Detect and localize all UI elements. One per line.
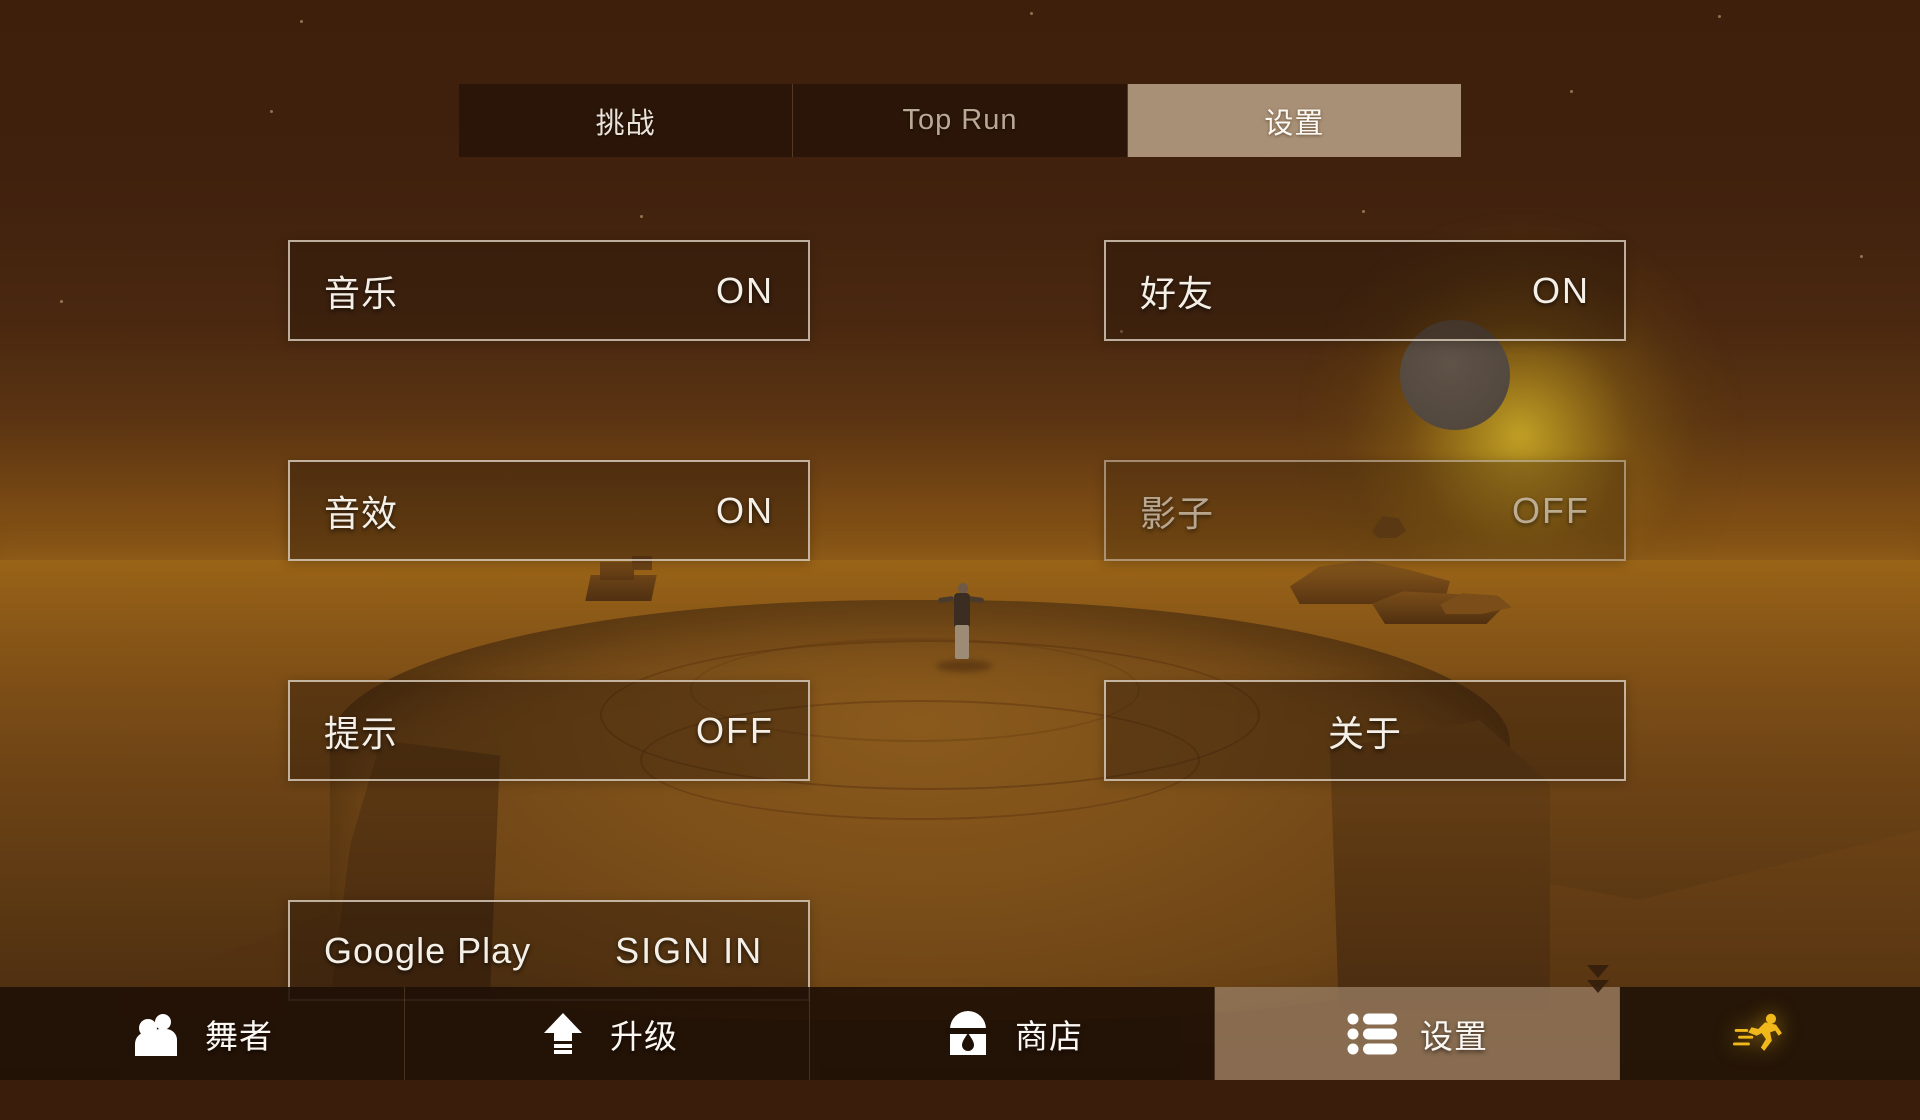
two-people-icon xyxy=(131,1007,185,1061)
nav-item-shop-label: 商店 xyxy=(1015,1010,1083,1058)
about-label: 关于 xyxy=(1328,705,1402,757)
star-speck xyxy=(300,20,303,23)
setting-row-shadows[interactable]: 影子 OFF xyxy=(1104,460,1626,561)
settings-panel: 音乐 ON 音效 ON 提示 OFF Google Play SIGN IN 好… xyxy=(0,240,1920,900)
setting-row-sound-effects[interactable]: 音效 ON xyxy=(288,460,810,561)
google-play-label: Google Play xyxy=(324,930,531,972)
setting-hints-label: 提示 xyxy=(324,705,398,757)
tab-settings-label: 设置 xyxy=(1264,100,1324,142)
tab-top-run-label: Top Run xyxy=(902,104,1017,137)
scroll-down-indicator xyxy=(1587,965,1609,993)
top-tab-bar: 挑战 Top Run 设置 xyxy=(459,84,1461,157)
setting-hints-value: OFF xyxy=(696,710,774,752)
star-speck xyxy=(640,215,643,218)
settings-column-right: 好友 ON 影子 OFF 关于 xyxy=(1104,240,1626,900)
setting-shadows-label: 影子 xyxy=(1140,485,1214,537)
tab-top-run[interactable]: Top Run xyxy=(793,84,1127,157)
setting-sound-effects-label: 音效 xyxy=(324,485,398,537)
setting-music-value: ON xyxy=(716,270,774,312)
tab-challenge[interactable]: 挑战 xyxy=(459,84,793,157)
nav-item-settings[interactable]: 设置 xyxy=(1215,987,1620,1080)
run-button[interactable] xyxy=(1620,987,1920,1080)
setting-sound-effects-value: ON xyxy=(716,490,774,532)
nav-item-dancers-label: 舞者 xyxy=(205,1010,273,1058)
tab-challenge-label: 挑战 xyxy=(596,100,656,142)
nav-item-upgrade-label: 升级 xyxy=(610,1010,678,1058)
star-speck xyxy=(1362,210,1365,213)
setting-friends-value: ON xyxy=(1532,270,1590,312)
setting-row-music[interactable]: 音乐 ON xyxy=(288,240,810,341)
setting-row-hints[interactable]: 提示 OFF xyxy=(288,680,810,781)
setting-row-about[interactable]: 关于 xyxy=(1104,680,1626,781)
setting-music-label: 音乐 xyxy=(324,265,398,317)
setting-friends-label: 好友 xyxy=(1140,265,1214,317)
up-arrow-icon xyxy=(536,1007,590,1061)
setting-shadows-value: OFF xyxy=(1512,490,1590,532)
star-speck xyxy=(1718,15,1721,18)
running-person-icon xyxy=(1733,1007,1787,1061)
nav-item-upgrade[interactable]: 升级 xyxy=(405,987,810,1080)
google-play-sign-in-value: SIGN IN xyxy=(615,930,763,972)
tab-settings[interactable]: 设置 xyxy=(1128,84,1461,157)
star-speck xyxy=(1030,12,1033,15)
setting-row-google-play[interactable]: Google Play SIGN IN xyxy=(288,900,810,1001)
nav-item-dancers[interactable]: 舞者 xyxy=(0,987,405,1080)
star-speck xyxy=(1570,90,1573,93)
setting-row-friends[interactable]: 好友 ON xyxy=(1104,240,1626,341)
nav-item-shop[interactable]: 商店 xyxy=(810,987,1215,1080)
chevron-down-icon xyxy=(1587,980,1609,993)
bottom-navigation-bar: 舞者 升级 商店 xyxy=(0,987,1920,1080)
star-speck xyxy=(270,110,273,113)
chevron-down-icon xyxy=(1587,965,1609,978)
chest-icon xyxy=(941,1007,995,1061)
nav-item-settings-label: 设置 xyxy=(1420,1010,1488,1058)
list-icon xyxy=(1346,1007,1400,1061)
